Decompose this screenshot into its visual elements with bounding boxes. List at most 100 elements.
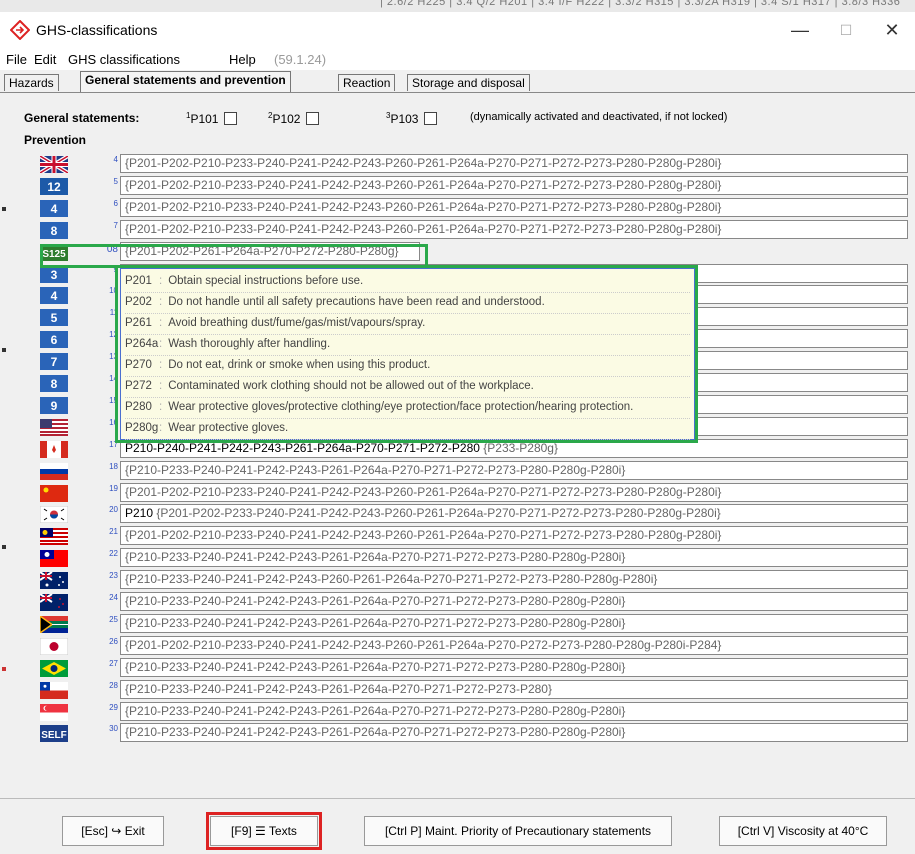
newzealand-flag	[39, 593, 68, 611]
svg-text:4: 4	[51, 202, 58, 216]
row-number: 6	[113, 199, 118, 208]
prevention-row: 20 P210 {P201-P202-P233-P240-P241-P242-P2…	[0, 504, 915, 525]
badge-4-icon: 4	[40, 200, 68, 217]
row-number: 20	[109, 505, 118, 514]
prevention-row: 18 {P210-P233-P240-P241-P242-P243-P261-P2…	[0, 461, 915, 482]
prevention-row: 28 {P210-P233-P240-P241-P242-P243-P261-P2…	[0, 680, 915, 701]
statement-field[interactable]: {P201-P202-P210-P233-P240-P241-P242-P243…	[120, 176, 908, 195]
exit-button[interactable]: [Esc] ↪ Exit	[62, 816, 164, 846]
row-number: 24	[109, 593, 118, 602]
background-window-strip: | 2.6/2 H225 | 3.4 Q/2 H201 | 3.4 I/F H2…	[0, 0, 915, 12]
statement-fixed-text: P210-P240-P241-P242-P243-P261-P264a-P270…	[125, 441, 480, 455]
prevention-row: 4 6 {P201-P202-P210-P233-P240-P241-P242-P2…	[0, 198, 915, 219]
australia-flag	[39, 571, 68, 589]
badge-3-icon: 3	[40, 266, 68, 283]
tab-general-statements[interactable]: General statements and prevention	[80, 71, 291, 92]
p103-checkbox[interactable]: 3P103	[386, 111, 438, 126]
badge-5-icon: 5	[40, 309, 68, 326]
prevention-row: 29 {P210-P233-P240-P241-P242-P243-P261-P2…	[0, 702, 915, 723]
highlight-texts-button	[206, 812, 322, 850]
statement-field[interactable]: {P210-P233-P240-P241-P242-P243-P261-P264…	[120, 461, 908, 480]
row-number: 4	[113, 155, 118, 164]
title-bar: GHS-classifications — ☐ ✕	[0, 12, 915, 48]
tab-strip: Hazards General statements and preventio…	[0, 70, 915, 92]
maximize-icon[interactable]: ☐	[826, 18, 866, 42]
badge-8-icon: 8	[40, 375, 68, 392]
statement-text: {P210-P233-P240-P241-P242-P243-P261-P264…	[125, 463, 626, 477]
statement-text: {P210-P233-P240-P241-P242-P243-P261-P264…	[125, 660, 626, 674]
svg-text:12: 12	[47, 180, 61, 194]
svg-text:6: 6	[51, 333, 58, 347]
tab-panel-border	[0, 92, 915, 93]
tab-hazards[interactable]: Hazards	[4, 74, 59, 91]
close-icon[interactable]: ✕	[872, 18, 912, 42]
row-number: 19	[109, 484, 118, 493]
statement-field[interactable]: {P210-P233-P240-P241-P242-P243-P261-P264…	[120, 614, 908, 633]
row-number: 23	[109, 571, 118, 580]
malaysia-flag	[40, 528, 68, 545]
prevention-row: 19 {P201-P202-P210-P233-P240-P241-P242-P2…	[0, 483, 915, 504]
prevention-row: 24 {P210-P233-P240-P241-P242-P243-P261-P2…	[0, 592, 915, 613]
menu-help[interactable]: Help	[229, 52, 256, 67]
version-label: (59.1.24)	[274, 52, 327, 67]
minimize-icon[interactable]: —	[780, 18, 820, 42]
statement-text: {P210-P233-P240-P241-P242-P243-P261-P264…	[125, 682, 552, 696]
taiwan-flag	[40, 550, 68, 567]
chile-flag	[40, 682, 68, 699]
statement-field[interactable]: {P201-P202-P210-P233-P240-P241-P242-P243…	[120, 526, 908, 545]
uk-flag	[38, 154, 70, 175]
statement-field[interactable]: {P210-P233-P240-P241-P242-P243-P261-P264…	[120, 548, 908, 567]
badge-7-icon: 7	[40, 353, 68, 370]
badge-8-icon: 8	[40, 222, 68, 239]
statement-field[interactable]: {P201-P202-P210-P233-P240-P241-P242-P243…	[120, 636, 908, 655]
statement-field[interactable]: {P210-P233-P240-P241-P242-P243-P261-P264…	[120, 723, 908, 742]
svg-text:5: 5	[51, 311, 58, 325]
statement-field[interactable]: {P201-P202-P210-P233-P240-P241-P242-P243…	[120, 483, 908, 502]
p102-checkbox[interactable]: 2P102	[268, 111, 320, 126]
tab-storage-disposal[interactable]: Storage and disposal	[407, 74, 530, 91]
menu-bar: File Edit GHS classifications Help (59.1…	[0, 48, 915, 70]
footer-divider	[0, 798, 915, 799]
statement-field[interactable]: {P210-P233-P240-P241-P242-P243-P260-P261…	[120, 570, 908, 589]
svg-text:8: 8	[51, 377, 58, 391]
maint-priority-button[interactable]: [Ctrl P] Maint. Priority of Precautionar…	[364, 816, 672, 846]
p101-checkbox[interactable]: 1P101	[186, 111, 238, 126]
statement-field[interactable]: P210 {P201-P202-P233-P240-P241-P242-P243…	[120, 504, 908, 523]
statement-text: {P201-P202-P210-P233-P240-P241-P242-P243…	[125, 178, 722, 192]
statement-field[interactable]: {P210-P233-P240-P241-P242-P243-P261-P264…	[120, 658, 908, 677]
statement-text: {P201-P202-P210-P233-P240-P241-P242-P243…	[125, 200, 722, 214]
statement-fixed-text: P210	[125, 506, 154, 520]
row-number: 26	[109, 637, 118, 646]
statement-field[interactable]: {P201-P202-P210-P233-P240-P241-P242-P243…	[120, 154, 908, 173]
dynamic-note: (dynamically activated and deactivated, …	[470, 111, 728, 123]
row-number: 5	[113, 177, 118, 186]
row-number: 7	[113, 221, 118, 230]
us-flag	[40, 419, 68, 436]
statement-optional-text: {P201-P202-P233-P240-P241-P242-P243-P260…	[153, 506, 721, 520]
tab-reaction[interactable]: Reaction	[338, 74, 396, 91]
statement-field[interactable]: {P210-P233-P240-P241-P242-P243-P261-P264…	[120, 680, 908, 699]
prevention-row: 26 {P201-P202-P210-P233-P240-P241-P242-P2…	[0, 636, 915, 657]
statement-field[interactable]: {P201-P202-P210-P233-P240-P241-P242-P243…	[120, 198, 908, 217]
self-icon: SELF	[40, 725, 68, 742]
statement-field[interactable]: {P201-P202-P210-P233-P240-P241-P242-P243…	[120, 220, 908, 239]
highlight-tooltip	[115, 265, 698, 443]
menu-ghs-classifications[interactable]: GHS classifications	[68, 52, 180, 67]
statement-field[interactable]: {P210-P233-P240-P241-P242-P243-P261-P264…	[120, 702, 908, 721]
statement-text: {P201-P202-P210-P233-P240-P241-P242-P243…	[125, 156, 722, 170]
svg-text:3: 3	[51, 268, 58, 282]
statement-field[interactable]: {P210-P233-P240-P241-P242-P243-P261-P264…	[120, 592, 908, 611]
window-title: GHS-classifications	[36, 22, 158, 38]
statement-text: {P210-P233-P240-P241-P242-P243-P261-P264…	[125, 704, 626, 718]
statement-text: {P210-P233-P240-P241-P242-P243-P260-P261…	[125, 572, 658, 586]
menu-edit[interactable]: Edit	[34, 52, 56, 67]
viscosity-button[interactable]: [Ctrl V] Viscosity at 40°C	[719, 816, 887, 846]
singapore-flag	[40, 704, 68, 721]
svg-text:4: 4	[51, 289, 58, 303]
statement-optional-text: {P233-P280g}	[479, 441, 558, 455]
row-number: 25	[109, 615, 118, 624]
general-statements-label: General statements:	[24, 111, 140, 125]
menu-file[interactable]: File	[6, 52, 27, 67]
korea-flag	[39, 505, 69, 524]
row-number: 27	[109, 659, 118, 668]
